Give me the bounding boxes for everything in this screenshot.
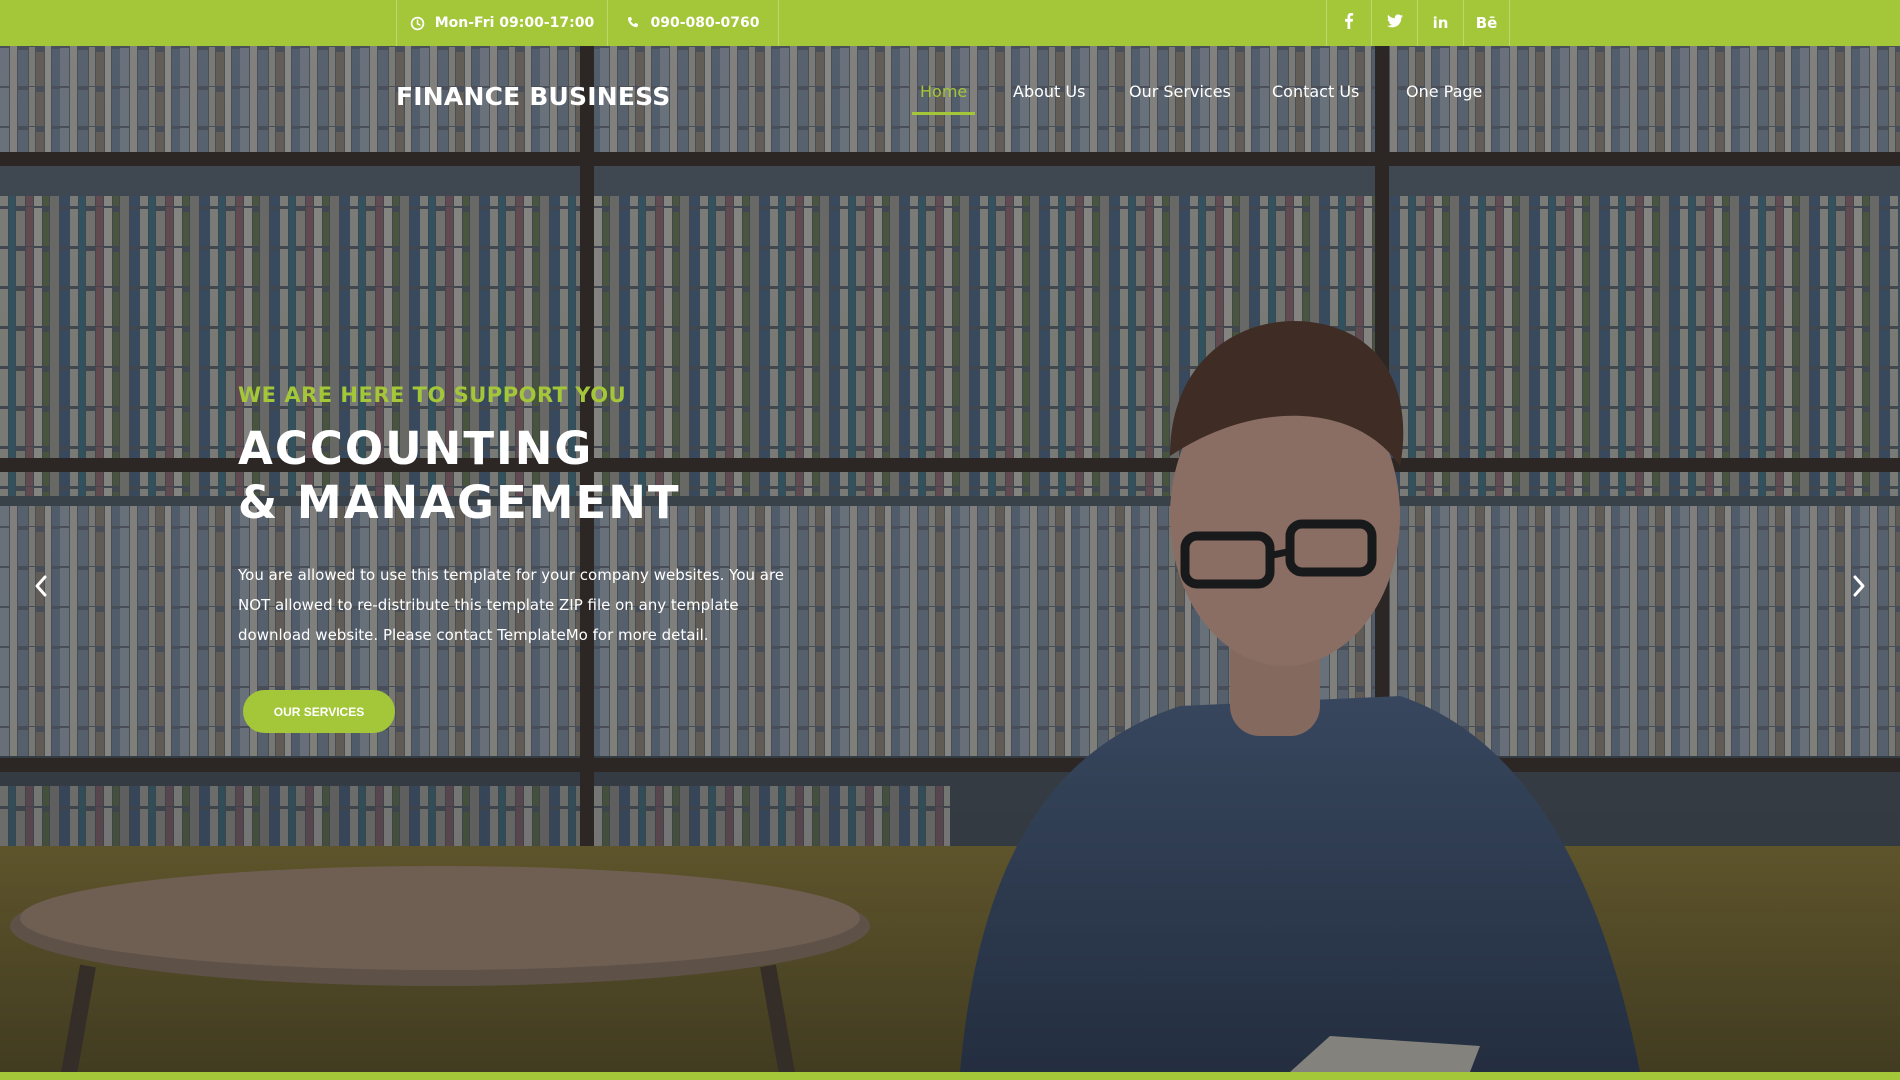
twitter-link[interactable] [1372,0,1418,46]
twitter-icon [1386,14,1403,32]
nav-item-contact-us[interactable]: Contact Us [1272,82,1359,101]
top-bar: Mon-Fri 09:00-17:00 090-080-0760 in Bē [0,0,1900,46]
facebook-link[interactable] [1326,0,1372,46]
chevron-left-icon [33,574,49,602]
behance-link[interactable]: Bē [1464,0,1510,46]
hero-headline-line-1: ACCOUNTING [238,422,594,475]
phone-number[interactable]: 090-080-0760 [608,0,779,46]
phone-text: 090-080-0760 [650,15,760,31]
hero-headline-line-2: & MANAGEMENT [238,476,681,529]
opening-hours: Mon-Fri 09:00-17:00 [396,0,608,46]
hero-eyebrow: WE ARE HERE TO SUPPORT YOU [238,383,627,407]
hero-slider [0,46,1900,1072]
linkedin-icon: in [1432,14,1449,32]
nav-item-one-page[interactable]: One Page [1406,82,1482,101]
opening-hours-text: Mon-Fri 09:00-17:00 [434,15,595,31]
facebook-icon [1344,13,1354,33]
hero-headline: ACCOUNTING & MANAGEMENT [238,422,681,530]
hero-description-line-2: NOT allowed to re-distribute this templa… [238,596,739,614]
slider-next-button[interactable] [1846,570,1872,606]
hero-dark-overlay [0,46,1900,1072]
our-services-button[interactable]: OUR SERVICES [243,690,395,733]
phone-icon [626,16,640,30]
hero-description-line-1: You are allowed to use this template for… [238,566,785,584]
nav-item-about-us[interactable]: About Us [1013,82,1085,101]
linkedin-link[interactable]: in [1418,0,1464,46]
hero-description: You are allowed to use this template for… [238,560,798,650]
hero-description-line-3: download website. Please contact Templat… [238,626,709,644]
bottom-accent-strip [0,1072,1900,1080]
slider-prev-button[interactable] [28,570,54,606]
site-logo[interactable]: FINANCE BUSINESS [396,82,670,111]
nav-item-home[interactable]: Home [920,82,967,101]
nav-active-underline [912,112,975,115]
chevron-right-icon [1851,574,1867,602]
clock-icon [410,16,425,31]
behance-icon: Bē [1475,14,1498,32]
nav-item-our-services[interactable]: Our Services [1129,82,1231,101]
